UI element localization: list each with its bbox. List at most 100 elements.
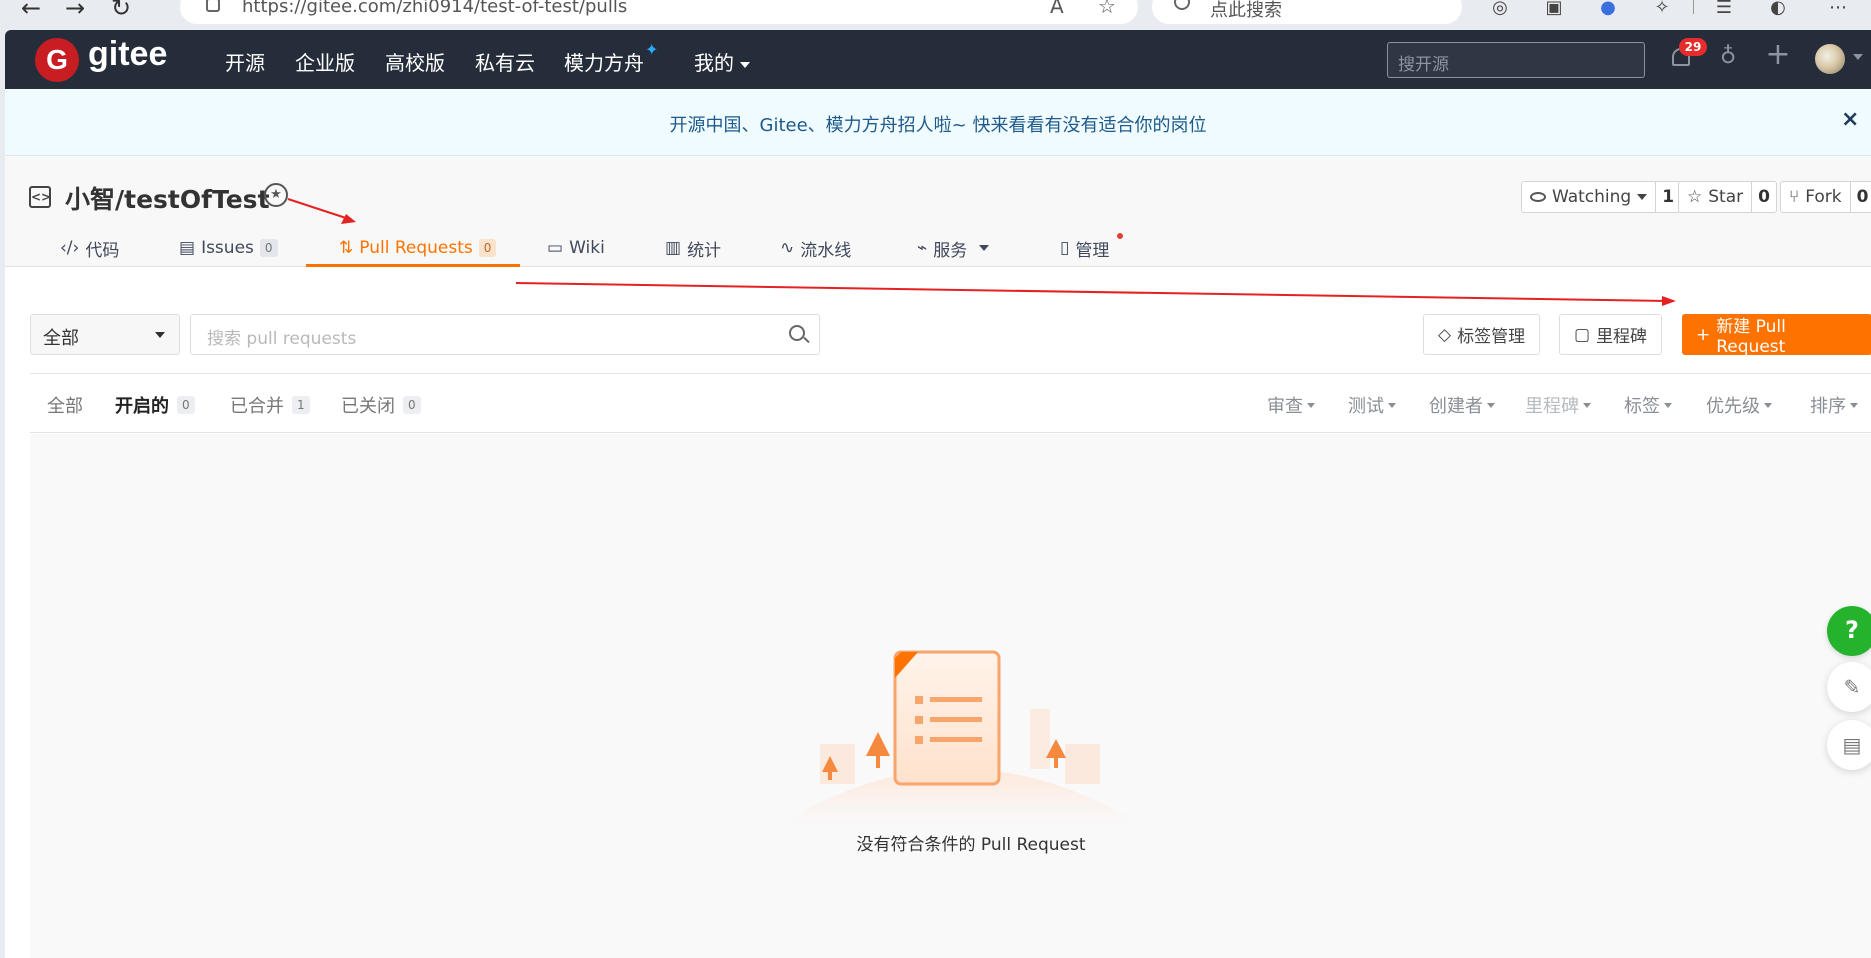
avatar[interactable] (1815, 44, 1845, 74)
tab-pull-requests[interactable]: ⇅ Pull Requests 0 (339, 234, 497, 262)
tab-service[interactable]: ⌁ 服务 (917, 234, 990, 262)
sort-review[interactable]: 审查 (1267, 392, 1315, 418)
sort-author[interactable]: 创建者 (1429, 392, 1495, 418)
repo-title[interactable]: 小智/testOfTest (65, 180, 270, 216)
search-icon[interactable] (789, 325, 805, 341)
tab-label: Wiki (569, 238, 605, 258)
chevron-down-icon (155, 332, 165, 338)
favorite-star-icon[interactable]: ☆ (1098, 0, 1116, 18)
sort-test[interactable]: 测试 (1348, 392, 1396, 418)
chat-icon[interactable]: ▤ (1827, 720, 1871, 770)
url-text: https://gitee.com/zhi0914/test-of-test/p… (242, 0, 628, 17)
search-icon (1174, 0, 1190, 10)
chevron-down-icon (1388, 402, 1396, 408)
toolbar-divider (1693, 0, 1694, 14)
service-icon: ⌁ (917, 238, 928, 258)
read-aloud-icon[interactable]: A (1050, 0, 1064, 18)
project-header: <> 小智/testOfTest ★ Watching 1 ☆ Star 0 ⑂ F… (5, 156, 1871, 267)
lightbulb-icon[interactable]: ♁ (1717, 44, 1739, 70)
milestone-label: 里程碑 (1596, 327, 1648, 347)
tab-wiki[interactable]: ▭ Wiki (547, 234, 605, 262)
nav-education[interactable]: 高校版 (385, 47, 445, 76)
empty-state: 没有符合条件的 Pull Request (30, 434, 1871, 958)
watch-count[interactable]: 1 (1656, 182, 1680, 212)
tab-count: 0 (259, 239, 278, 257)
tab-label: 代码 (85, 240, 120, 261)
notification-dot (1117, 233, 1123, 239)
watch-label-wrap: Watching (1522, 182, 1657, 212)
tab-label: Issues (201, 238, 254, 258)
banner-link[interactable]: 开源中国、Gitee、模力方舟招人啦~ 快来看看有没有适合你的岗位 (5, 111, 1871, 137)
sort-label: 排序 (1810, 396, 1846, 417)
sort-label: 标签 (1624, 396, 1660, 417)
page: G gitee 开源 企业版 高校版 私有云 模力方舟 ✦ 我的 搜开源 29 … (5, 30, 1871, 958)
back-arrow-icon[interactable]: ← (16, 0, 46, 26)
nav-open-source[interactable]: 开源 (225, 47, 265, 76)
fork-button[interactable]: ⑂ Fork 0 (1780, 181, 1871, 213)
plus-icon[interactable]: + (1765, 40, 1791, 70)
gitee-logo[interactable]: G (35, 38, 79, 82)
milestone-button[interactable]: ▢ 里程碑 (1559, 314, 1663, 355)
tag-icon: ◇ (1438, 324, 1452, 345)
fork-count[interactable]: 0 (1851, 182, 1871, 212)
tab-count: 0 (478, 239, 497, 257)
filter-all[interactable]: 全部 (47, 392, 83, 418)
star-button[interactable]: ☆ Star 0 (1678, 181, 1777, 213)
chevron-down-icon (1764, 402, 1772, 408)
state-filter-select[interactable]: 全部 (30, 314, 180, 355)
milestone-icon: ▢ (1574, 324, 1591, 345)
sort-milestone[interactable]: 里程碑 (1525, 392, 1591, 418)
edit-icon[interactable]: ✎ (1827, 662, 1871, 712)
extension-icon[interactable]: ▣ (1542, 0, 1566, 20)
tab-manage[interactable]: ▯ 管理 (1060, 234, 1109, 262)
profile-avatar-icon[interactable]: ◐ (1766, 0, 1790, 20)
more-menu-icon[interactable]: ⋯ (1826, 0, 1850, 20)
tab-pipeline[interactable]: ∿ 流水线 (780, 234, 851, 262)
stats-icon: ▥ (665, 238, 682, 258)
recommend-badge-icon[interactable]: ★ (264, 183, 288, 207)
issues-icon: ▤ (179, 238, 196, 258)
close-icon[interactable]: × (1841, 107, 1859, 132)
filter-closed[interactable]: 已关闭 0 (341, 392, 421, 418)
lock-icon (206, 0, 220, 12)
pull-request-icon: ⇅ (339, 238, 354, 258)
new-pull-request-button[interactable]: + 新建 Pull Request (1682, 314, 1871, 357)
logo-text[interactable]: gitee (88, 35, 167, 74)
fork-label-wrap: ⑂ Fork (1781, 182, 1851, 212)
sparkle-icon: ✦ (645, 40, 659, 59)
browser-toolbar: ← → ↻ https://gitee.com/zhi0914/test-of-… (0, 0, 1871, 30)
nav-mine[interactable]: 我的 (694, 47, 750, 76)
star-count[interactable]: 0 (1752, 182, 1776, 212)
puzzle-extension-icon[interactable]: ✧ (1650, 0, 1674, 20)
browser-search[interactable]: 点此搜索 (1152, 0, 1462, 24)
label-manage-button[interactable]: ◇ 标签管理 (1423, 314, 1541, 355)
nav-enterprise[interactable]: 企业版 (295, 47, 355, 76)
header-search-input[interactable]: 搜开源 (1387, 42, 1645, 78)
watch-button[interactable]: Watching 1 (1521, 181, 1682, 213)
pr-search-input[interactable]: 搜索 pull requests (190, 314, 820, 355)
tab-code[interactable]: ‹/› 代码 (60, 234, 119, 262)
sort-priority[interactable]: 优先级 (1706, 392, 1772, 418)
tab-label: 统计 (687, 240, 722, 261)
star-label-wrap: ☆ Star (1679, 182, 1753, 212)
chevron-down-icon (1664, 402, 1672, 408)
chevron-down-icon[interactable] (1853, 54, 1863, 60)
extension-icon[interactable]: ◎ (1488, 0, 1512, 20)
nav-private-cloud[interactable]: 私有云 (475, 47, 535, 76)
repo-code-icon: <> (29, 186, 51, 208)
chevron-down-icon (979, 245, 990, 251)
address-bar[interactable]: https://gitee.com/zhi0914/test-of-test/p… (180, 0, 1138, 24)
sort-label-filter[interactable]: 标签 (1624, 392, 1672, 418)
filter-merged[interactable]: 已合并 1 (230, 392, 310, 418)
nav-moli[interactable]: 模力方舟 (564, 47, 644, 76)
fork-icon: ⑂ (1789, 187, 1800, 207)
forward-arrow-icon[interactable]: → (60, 0, 90, 26)
tab-stats[interactable]: ▥ 统计 (665, 234, 721, 262)
favorites-icon[interactable]: ☰ (1712, 0, 1736, 20)
help-button[interactable]: ? (1827, 606, 1871, 656)
share-icon[interactable]: ● (1596, 0, 1620, 20)
sort-order[interactable]: 排序 (1810, 392, 1858, 418)
refresh-icon[interactable]: ↻ (106, 0, 136, 26)
filter-open[interactable]: 开启的 0 (115, 392, 195, 418)
tab-issues[interactable]: ▤ Issues 0 (179, 234, 278, 262)
